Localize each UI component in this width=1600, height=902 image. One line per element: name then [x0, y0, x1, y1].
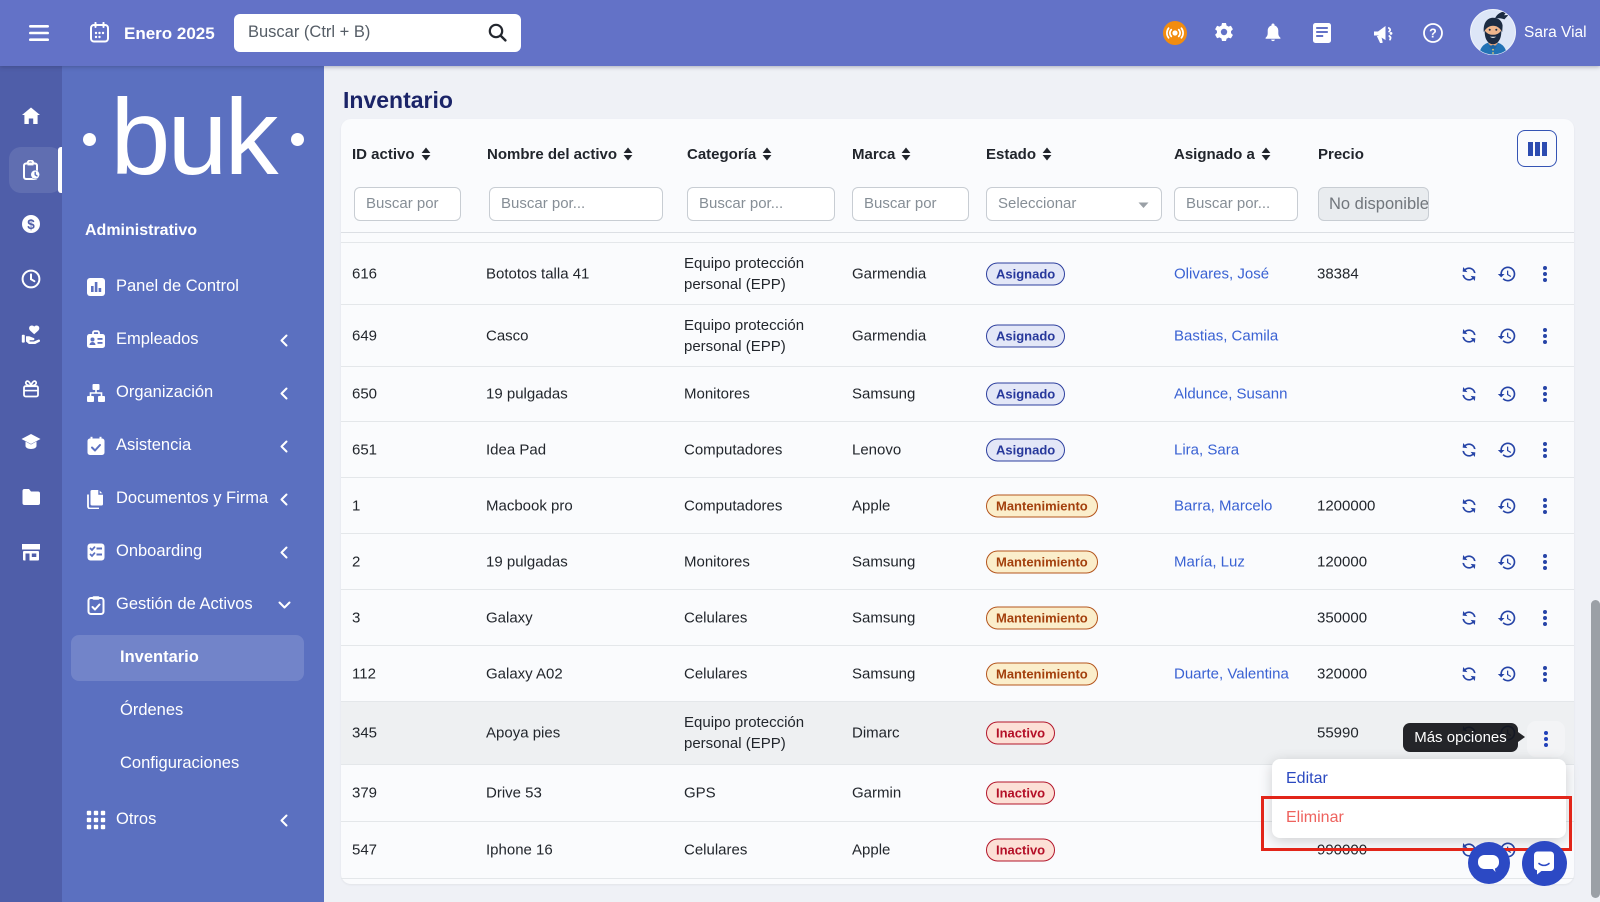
svg-text:?: ? — [1429, 27, 1437, 41]
svg-text:$: $ — [27, 217, 35, 232]
